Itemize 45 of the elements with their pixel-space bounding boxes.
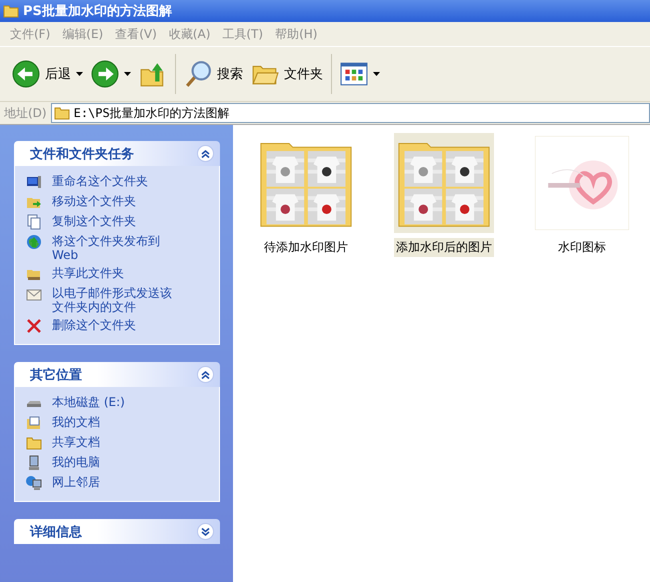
panel-title: 详细信息 xyxy=(30,524,82,540)
task-link[interactable]: 共享文档 xyxy=(52,435,100,449)
caret-icon[interactable] xyxy=(124,72,131,76)
task-link[interactable]: 网上邻居 xyxy=(52,475,100,489)
caret-icon[interactable] xyxy=(76,72,83,76)
globe-icon xyxy=(26,234,42,250)
task-link[interactable]: 以电子邮件形式发送该文件夹内的文件 xyxy=(52,286,178,314)
search-icon xyxy=(184,60,212,88)
collapse-icon[interactable] xyxy=(197,366,214,383)
search-button[interactable]: 搜索 xyxy=(180,57,247,91)
panel-header[interactable]: 其它位置 xyxy=(14,362,220,387)
task-link[interactable]: 重命名这个文件夹 xyxy=(52,174,148,188)
monitor-icon xyxy=(26,174,42,190)
panel-header[interactable]: 详细信息 xyxy=(14,519,220,544)
task-link[interactable]: 将这个文件夹发布到 Web xyxy=(52,234,178,262)
panel-title: 文件和文件夹任务 xyxy=(30,146,134,162)
window-title: PS批量加水印的方法图解 xyxy=(23,2,172,20)
network-icon xyxy=(26,475,42,491)
folder-icon xyxy=(54,106,70,120)
task-link[interactable]: 共享此文件夹 xyxy=(52,266,124,280)
panel-header[interactable]: 文件和文件夹任务 xyxy=(14,141,220,166)
address-field[interactable]: E:\PS批量加水印的方法图解 xyxy=(50,103,650,123)
file-name[interactable]: 待添加水印图片 xyxy=(262,238,350,257)
caret-icon[interactable] xyxy=(373,72,380,76)
file-name[interactable]: 水印图标 xyxy=(556,238,608,257)
file-name[interactable]: 添加水印后的图片 xyxy=(394,238,494,257)
documents-folder-icon xyxy=(26,415,42,431)
task-link[interactable]: 移动这个文件夹 xyxy=(52,194,136,208)
task-link[interactable]: 删除这个文件夹 xyxy=(52,318,136,332)
task-link[interactable]: 复制这个文件夹 xyxy=(52,214,136,228)
task-link[interactable]: 我的电脑 xyxy=(52,455,100,469)
folders-button[interactable]: 文件夹 xyxy=(247,57,327,91)
computer-icon xyxy=(26,455,42,471)
folder-icon xyxy=(3,4,19,18)
pages-icon xyxy=(26,214,42,230)
task-link[interactable]: 本地磁盘 (E:) xyxy=(52,395,125,409)
expand-icon[interactable] xyxy=(197,523,214,540)
back-button[interactable]: 后退 xyxy=(8,57,87,91)
collapse-icon[interactable] xyxy=(197,145,214,162)
delete-icon xyxy=(26,318,42,334)
address-label: 地址(D) xyxy=(4,104,47,122)
folder-icon xyxy=(26,435,42,451)
task-link[interactable]: 我的文档 xyxy=(52,415,100,429)
views-icon xyxy=(340,60,368,88)
panel-title: 其它位置 xyxy=(30,366,82,384)
